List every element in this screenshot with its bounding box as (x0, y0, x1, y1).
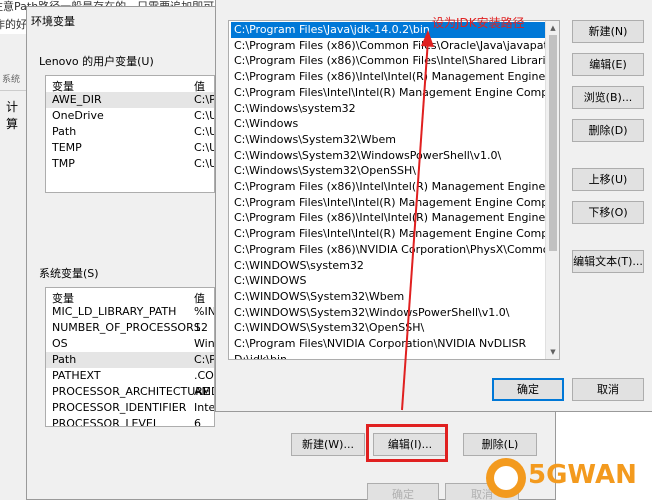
table-row[interactable]: TEMP C:\U (46, 140, 214, 156)
table-row[interactable]: PROCESSOR_LEVEL 6 (46, 416, 214, 426)
user-variables-label: Lenovo 的用户变量(U) (39, 55, 154, 68)
system-settings-window: 系统 计算 (0, 34, 26, 500)
new-path-button[interactable]: 新建(N) (572, 20, 644, 43)
edit-environment-variable-dialog: C:\Program Files\Java\jdk-14.0.2\bin C:\… (215, 0, 652, 412)
path-item[interactable]: C:\Program Files (x86)\Intel\Intel(R) Ma… (231, 69, 545, 85)
table-row[interactable]: AWE_DIR C:\P (46, 92, 214, 108)
list-header: 变量 值 (46, 76, 214, 93)
user-variables-list[interactable]: 变量 值 AWE_DIR C:\P OneDrive C:\U Path C:\U T… (45, 75, 215, 193)
system-variables-list[interactable]: 变量 值 MIC_LD_LIBRARY_PATH %IN NUMBER_OF_PR… (45, 287, 215, 427)
path-item[interactable]: C:\Program Files (x86)\Common Files\Orac… (231, 38, 545, 54)
table-row[interactable]: OSWind (46, 336, 214, 352)
logo-text: 5GWAN (528, 460, 637, 490)
table-row-selected[interactable]: Path C:\P (46, 352, 214, 368)
system-variables-label: 系统变量(S) (39, 267, 99, 280)
move-down-button[interactable]: 下移(O) (572, 201, 644, 224)
path-item[interactable]: C:\Windows\System32\WindowsPowerShell\v1… (231, 148, 545, 164)
annotation-text: 设为JDK安装路径 (432, 16, 525, 30)
path-item[interactable]: C:\Windows\system32 (231, 101, 545, 117)
table-row[interactable]: TMP C:\U (46, 156, 214, 172)
table-row[interactable]: PATHEXT .CO (46, 368, 214, 384)
move-up-button[interactable]: 上移(U) (572, 168, 644, 191)
path-item[interactable]: C:\Program Files (x86)\Common Files\Inte… (231, 53, 545, 69)
path-item[interactable]: C:\WINDOWS\System32\Wbem (231, 289, 545, 305)
path-item[interactable]: C:\WINDOWS\System32\WindowsPowerShell\v1… (231, 305, 545, 321)
path-item[interactable]: C:\Program Files (x86)\NVIDIA Corporatio… (231, 242, 545, 258)
table-row[interactable]: OneDrive C:\U (46, 108, 214, 124)
article-line-2: 作的好 (0, 18, 27, 31)
path-item[interactable]: C:\Program Files\Intel\Intel(R) Manageme… (231, 85, 545, 101)
delete-path-button[interactable]: 删除(D) (572, 119, 644, 142)
table-row[interactable]: Path C:\U (46, 124, 214, 140)
scrollbar-thumb[interactable] (549, 35, 557, 251)
ok-button[interactable]: 确定 (492, 378, 564, 401)
path-item[interactable]: C:\Program Files (x86)\Intel\Intel(R) Ma… (231, 179, 545, 195)
system-label: 系统 (2, 75, 21, 85)
table-row[interactable]: NUMBER_OF_PROCESSORS 12 (46, 320, 214, 336)
watermark-logo: 5GWAN (484, 452, 652, 500)
path-item[interactable]: C:\Program Files\NVIDIA Corporation\NVID… (231, 336, 545, 352)
scroll-up-icon[interactable]: ▲ (546, 21, 559, 35)
path-item[interactable]: C:\WINDOWS\system32 (231, 258, 545, 274)
path-item[interactable]: C:\Windows (231, 116, 545, 132)
path-item[interactable]: C:\Program Files (x86)\Intel\Intel(R) Ma… (231, 210, 545, 226)
browse-button[interactable]: 浏览(B)... (572, 86, 644, 109)
path-item[interactable]: C:\WINDOWS\System32\OpenSSH\ (231, 320, 545, 336)
list-header: 变量 值 (46, 288, 214, 305)
path-item[interactable]: C:\Windows\System32\Wbem (231, 132, 545, 148)
path-list[interactable]: C:\Program Files\Java\jdk-14.0.2\bin C:\… (228, 20, 560, 360)
edit-path-button[interactable]: 编辑(E) (572, 53, 644, 76)
scroll-down-icon[interactable]: ▼ (546, 345, 559, 359)
path-item[interactable]: C:\Program Files\Intel\Intel(R) Manageme… (231, 226, 545, 242)
computer-label: 计算 (6, 100, 19, 131)
highlight-box (366, 424, 448, 462)
dialog-title: 环境变量 (31, 15, 75, 28)
table-row[interactable]: MIC_LD_LIBRARY_PATH %IN (46, 304, 214, 320)
ok-button[interactable]: 确定 (367, 483, 439, 500)
logo-icon (486, 458, 526, 498)
table-row[interactable]: PROCESSOR_IDENTIFIERIntel (46, 400, 214, 416)
edit-text-button[interactable]: 编辑文本(T)... (572, 250, 644, 273)
new-system-variable-button[interactable]: 新建(W)... (291, 433, 365, 456)
table-row[interactable]: PROCESSOR_ARCHITECTUREAMD (46, 384, 214, 400)
divider (0, 90, 26, 91)
path-item[interactable]: C:\Windows\System32\OpenSSH\ (231, 163, 545, 179)
path-item[interactable]: C:\Program Files\Intel\Intel(R) Manageme… (231, 195, 545, 211)
vertical-scrollbar[interactable]: ▲ ▼ (545, 21, 559, 359)
path-item[interactable]: C:\WINDOWS (231, 273, 545, 289)
cancel-button[interactable]: 取消 (572, 378, 644, 401)
path-item[interactable]: D:\jdk\bin (231, 352, 545, 359)
